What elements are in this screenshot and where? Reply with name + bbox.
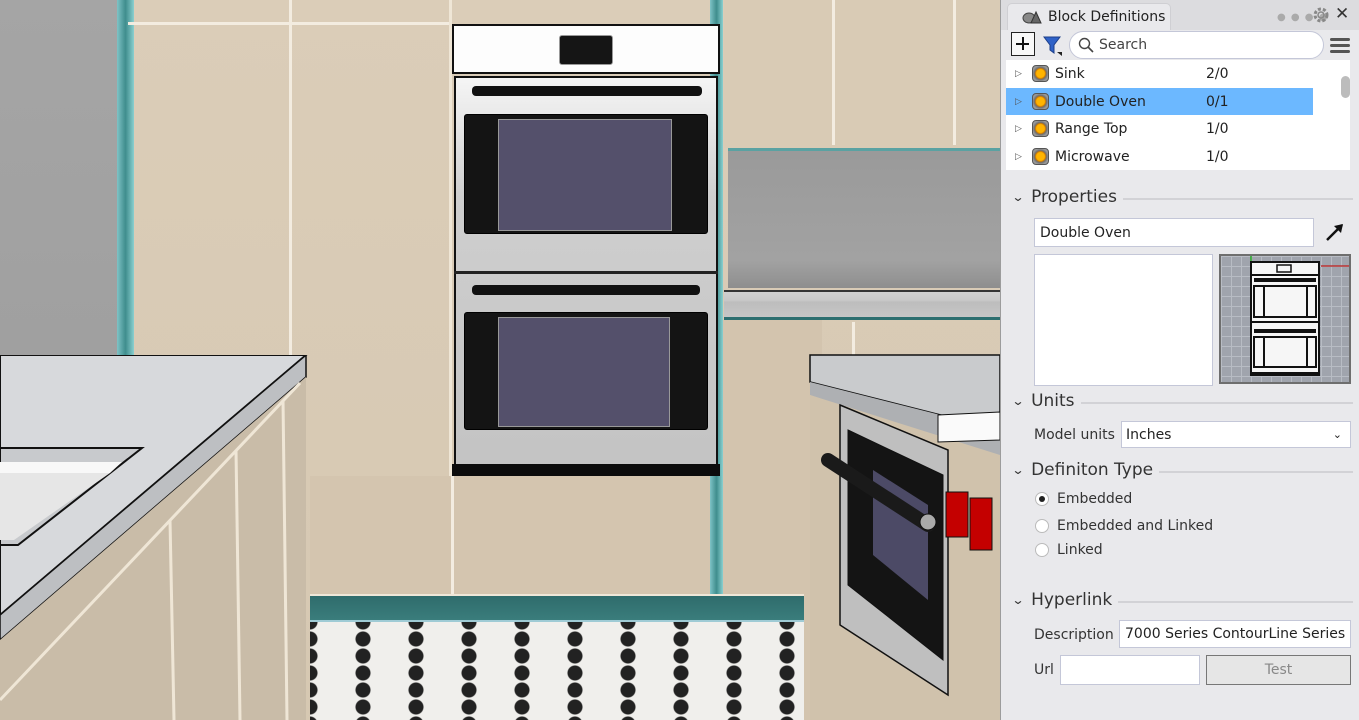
section-definition-type[interactable]: ⌄ Definiton Type [1011,460,1353,480]
section-title: Properties [1031,187,1117,207]
radio-label: Embedded and Linked [1057,518,1214,534]
chevron-down-icon: ⌄ [1011,394,1025,408]
chevron-down-icon: ⌄ [1332,428,1342,441]
model-units-select[interactable]: Inches ⌄ [1121,421,1351,448]
chevron-down-icon: ⌄ [1011,593,1025,607]
tile-line [953,0,956,145]
panel-title: Block Definitions [1048,9,1166,25]
description-field[interactable]: 7000 Series ContourLine Series [1119,620,1351,648]
expand-icon[interactable]: ▷ [1006,69,1024,79]
oven-display [559,35,613,65]
section-title: Definiton Type [1031,460,1154,480]
expand-icon[interactable]: ▷ [1006,124,1024,134]
oven-base [452,464,720,476]
blocks-icon [1022,10,1042,24]
expand-icon[interactable]: ▷ [1006,152,1024,162]
search-input[interactable] [1099,37,1309,53]
teal-trim-left [117,0,134,355]
filter-button[interactable] [1043,34,1063,56]
divider [1080,401,1353,404]
tile-line [832,0,835,145]
lower-cabinet [310,476,710,594]
block-name: Microwave [1055,148,1130,165]
block-icon [1032,148,1049,165]
model-units-value: Inches [1126,426,1172,443]
radio-button[interactable] [1035,543,1049,557]
close-icon[interactable]: ✕ [1335,4,1349,24]
radio-button[interactable] [1035,519,1049,533]
floor-tiles [310,622,804,720]
section-title: Hyperlink [1031,590,1113,610]
oven-divider [454,271,718,274]
section-units[interactable]: ⌄ Units [1011,391,1353,411]
block-icon [1032,65,1049,82]
block-name-value: Double Oven [1040,224,1131,241]
gear-icon[interactable] [1311,5,1331,25]
expand-icon[interactable]: ▷ [1006,97,1024,107]
list-item-selected[interactable]: ▷ Double Oven 0/1 [1006,88,1313,115]
add-block-button[interactable] [1011,32,1035,56]
section-properties[interactable]: ⌄ Properties [1011,187,1353,207]
section-hyperlink[interactable]: ⌄ Hyperlink [1011,590,1353,610]
description-label: Description [1034,627,1114,643]
block-name: Sink [1055,65,1085,82]
left-countertop[interactable] [0,355,308,720]
divider [1159,470,1353,473]
url-label: Url [1034,662,1054,678]
tab-block-definitions[interactable]: Block Definitions [1007,3,1171,30]
section-title: Units [1031,391,1075,411]
block-count: 0/1 [1206,93,1229,110]
radio-label: Embedded [1057,491,1133,507]
oven-window-lower [498,317,670,427]
double-oven[interactable] [452,24,720,476]
backsplash [728,148,1000,288]
model-units-label: Model units [1034,427,1115,443]
chevron-down-icon: ⌄ [1011,463,1025,477]
arrow-up-right-icon[interactable] [1323,220,1347,244]
oven-handle-upper [472,86,702,96]
block-name: Range Top [1055,120,1128,137]
block-icon [1032,120,1049,137]
radio-button[interactable] [1035,492,1049,506]
baseboard [310,594,804,622]
filter-icon [1043,36,1062,56]
search-icon [1078,37,1094,53]
block-count: 2/0 [1206,65,1229,82]
radio-embedded-and-linked[interactable]: Embedded and Linked [1035,518,1213,534]
list-item[interactable]: ▷ Microwave 1/0 [1006,143,1313,170]
panel-toolbar [1001,30,1359,60]
hamburger-menu-button[interactable] [1330,33,1350,57]
right-countertop[interactable] [808,350,1000,720]
chevron-down-icon: ⌄ [1011,190,1025,204]
upper-cabinet-right [724,0,1000,148]
block-count: 1/0 [1206,148,1229,165]
back-countertop [724,290,1000,320]
block-name-field[interactable]: Double Oven [1034,218,1314,247]
description-value: 7000 Series ContourLine Series [1125,626,1346,642]
block-list[interactable]: ▷ Sink 2/0 ▷ Double Oven 0/1 ▷ Range Top… [1006,60,1350,170]
radio-label: Linked [1057,542,1103,558]
oven-handle-lower [472,285,700,295]
block-icon [1032,93,1049,110]
panel-tab-bar: Block Definitions ● ● ● ● ✕ [1001,0,1359,30]
divider [1122,197,1353,200]
description-textarea[interactable] [1034,254,1213,386]
tile-line [289,0,292,355]
search-box[interactable] [1069,31,1324,59]
tile-line [451,476,454,594]
block-count: 1/0 [1206,120,1229,137]
url-field[interactable] [1060,655,1200,685]
list-scrollbar[interactable] [1341,76,1350,98]
test-button[interactable]: Test [1206,655,1351,685]
list-item[interactable]: ▷ Sink 2/0 [1006,60,1313,87]
divider [1118,600,1353,603]
block-name: Double Oven [1055,93,1146,110]
oven-window-upper [498,119,672,231]
block-preview [1219,254,1351,384]
list-item[interactable]: ▷ Range Top 1/0 [1006,115,1313,142]
wall-left [0,0,118,355]
radio-linked[interactable]: Linked [1035,542,1103,558]
block-definitions-panel: Block Definitions ● ● ● ● ✕ Search ▷ Sin… [1000,0,1359,720]
radio-embedded[interactable]: Embedded [1035,491,1132,507]
